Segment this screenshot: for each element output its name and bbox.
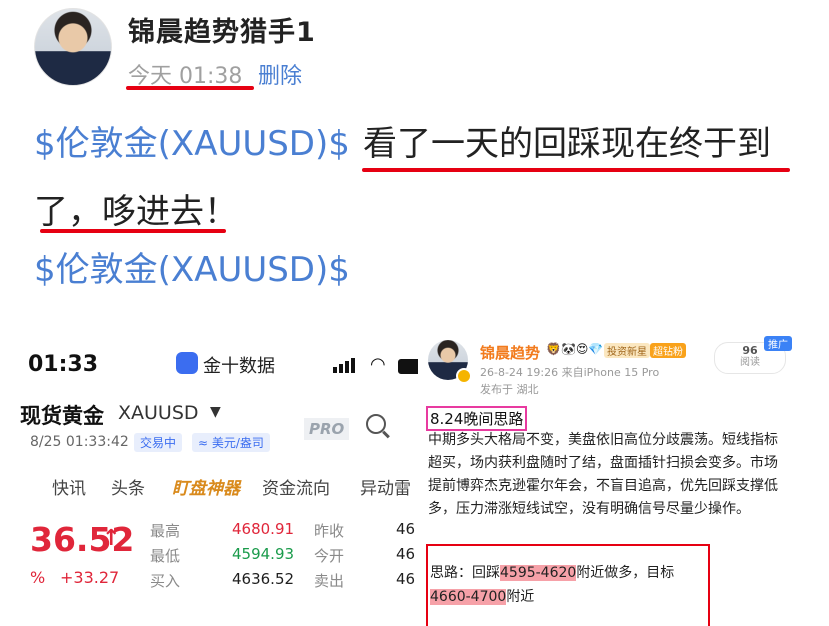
unit-chip: ≈ 美元/盎司 bbox=[192, 433, 270, 452]
stat-low-value: 4594.93 bbox=[232, 545, 295, 563]
stat-bid-value: 4636.52 bbox=[232, 570, 295, 588]
stat-open-value: 46 bbox=[396, 545, 416, 563]
target-range: 4660-4700 bbox=[430, 589, 507, 605]
post-location: 发布于 湖北 bbox=[480, 383, 539, 396]
author-avatar[interactable] bbox=[34, 8, 112, 86]
quote-screenshot: 01:33 金十数据 ◠ 现货黄金 XAUUSD ▼ 8/25 01:33:42… bbox=[0, 340, 418, 626]
verified-badge-icon bbox=[456, 368, 472, 384]
post-text-line1: 看了一天的回踩现在终于到 bbox=[363, 124, 771, 164]
status-clock: 01:33 bbox=[28, 352, 99, 377]
stat-high-label: 最高 bbox=[150, 522, 181, 540]
strategy-prefix: 思路：回踩 bbox=[430, 565, 500, 581]
stat-bid-label: 买入 bbox=[150, 572, 181, 590]
badge-fan: 超钻粉 bbox=[650, 343, 686, 358]
entry-range: 4595-4620 bbox=[500, 565, 577, 581]
symbol-dropdown-icon[interactable]: ▼ bbox=[210, 404, 221, 420]
tab-toutiao[interactable]: 头条 bbox=[111, 474, 145, 499]
badge-investor: 投资新星 bbox=[604, 343, 650, 358]
text-underline-2 bbox=[40, 229, 226, 233]
wifi-icon: ◠ bbox=[370, 354, 386, 375]
stat-open-label: 今开 bbox=[314, 547, 345, 565]
stat-low-label: 最低 bbox=[150, 547, 181, 565]
stock-tag-link-2[interactable]: $伦敦金(XAUUSD)$ bbox=[34, 250, 350, 290]
stat-prev-close-label: 昨收 bbox=[314, 522, 345, 540]
stock-tag-link[interactable]: $伦敦金(XAUUSD)$ bbox=[34, 124, 350, 164]
instrument-title: 现货黄金 bbox=[20, 404, 104, 428]
signal-icon bbox=[333, 358, 355, 377]
price-up-arrow-icon: ↑ bbox=[102, 526, 121, 551]
tab-dingpan[interactable]: 盯盘神器 bbox=[172, 474, 240, 499]
promo-chip: 推广 bbox=[764, 336, 792, 351]
battery-icon bbox=[398, 359, 418, 374]
strategy-box bbox=[426, 544, 710, 626]
trading-status-chip: 交易中 bbox=[134, 433, 183, 452]
tab-anomaly[interactable]: 异动雷 bbox=[360, 474, 411, 499]
post-text-line2: 了，哆进去！ bbox=[34, 192, 238, 232]
quote-datetime: 8/25 01:33:42 bbox=[30, 434, 129, 450]
tab-capital-flow[interactable]: 资金流向 bbox=[262, 474, 330, 499]
stat-prev-close-value: 46 bbox=[396, 520, 416, 538]
stat-ask-value: 46 bbox=[396, 570, 416, 588]
author-name[interactable]: 锦晨趋势猎手1 bbox=[128, 10, 316, 49]
text-underline-1 bbox=[362, 168, 790, 172]
analysis-heading: 8.24晚间思路 bbox=[426, 406, 528, 431]
app-name: 金十数据 bbox=[203, 356, 275, 377]
delete-link[interactable]: 删除 bbox=[258, 58, 302, 90]
post-meta: 26-8-24 19:26 来自iPhone 15 Pro bbox=[480, 366, 660, 379]
analysis-screenshot: 锦晨趋势 🦁🐼😍💎 投资新星 超钻粉 26-8-24 19:26 来自iPhon… bbox=[418, 326, 829, 626]
analysis-paragraph: 中期多头大格局不变，美盘依旧高位分歧震荡。短线指标超买，场内获利盘随时了结，盘面… bbox=[428, 432, 778, 517]
change-value: +33.27 bbox=[60, 568, 120, 587]
right-author-name[interactable]: 锦晨趋势 bbox=[480, 342, 540, 363]
stat-ask-label: 卖出 bbox=[314, 572, 345, 590]
pro-badge[interactable]: PRO bbox=[304, 418, 350, 440]
instrument-symbol[interactable]: XAUUSD bbox=[118, 402, 199, 424]
app-logo-icon bbox=[176, 352, 198, 374]
emoji-icons: 🦁🐼😍💎 bbox=[546, 342, 604, 356]
target-suffix: 附近 bbox=[506, 589, 535, 605]
change-percent: % bbox=[30, 568, 46, 587]
search-icon-handle bbox=[382, 430, 390, 439]
stat-high-value: 4680.91 bbox=[232, 520, 295, 538]
strategy-line: 思路：回踩4595-4620附近做多，目标 bbox=[430, 562, 674, 582]
time-underline bbox=[126, 86, 254, 90]
strategy-mid: 附近做多，目标 bbox=[576, 565, 675, 581]
target-line: 4660-4700附近 bbox=[430, 586, 534, 606]
tab-kuaixun[interactable]: 快讯 bbox=[52, 474, 86, 499]
read-label: 阅读 bbox=[740, 357, 760, 368]
